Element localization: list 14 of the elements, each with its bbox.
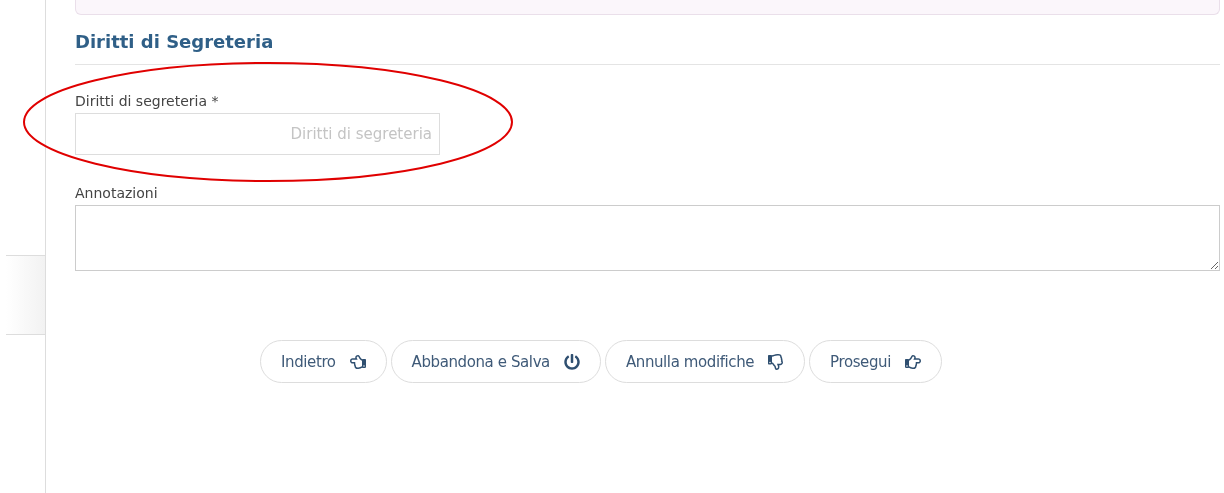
action-button[interactable]: Prosegui (809, 340, 942, 383)
thumbs-down-icon (768, 353, 785, 370)
section-title: Diritti di Segreteria (75, 31, 1220, 65)
action-button[interactable]: Indietro (260, 340, 387, 383)
action-button[interactable]: Abbandona e Salva (390, 340, 601, 383)
action-button[interactable]: Annulla modifiche (604, 340, 806, 383)
field-label: Diritti di segreteria * (75, 93, 220, 109)
field-label: Annotazioni (75, 185, 159, 201)
text-area[interactable] (75, 205, 1220, 271)
hand-right-icon (904, 353, 921, 370)
power-icon (563, 353, 580, 370)
input-field[interactable]: Diritti di segreteria (75, 113, 440, 155)
side-tab[interactable] (6, 254, 45, 335)
hand-left-icon (349, 353, 366, 370)
